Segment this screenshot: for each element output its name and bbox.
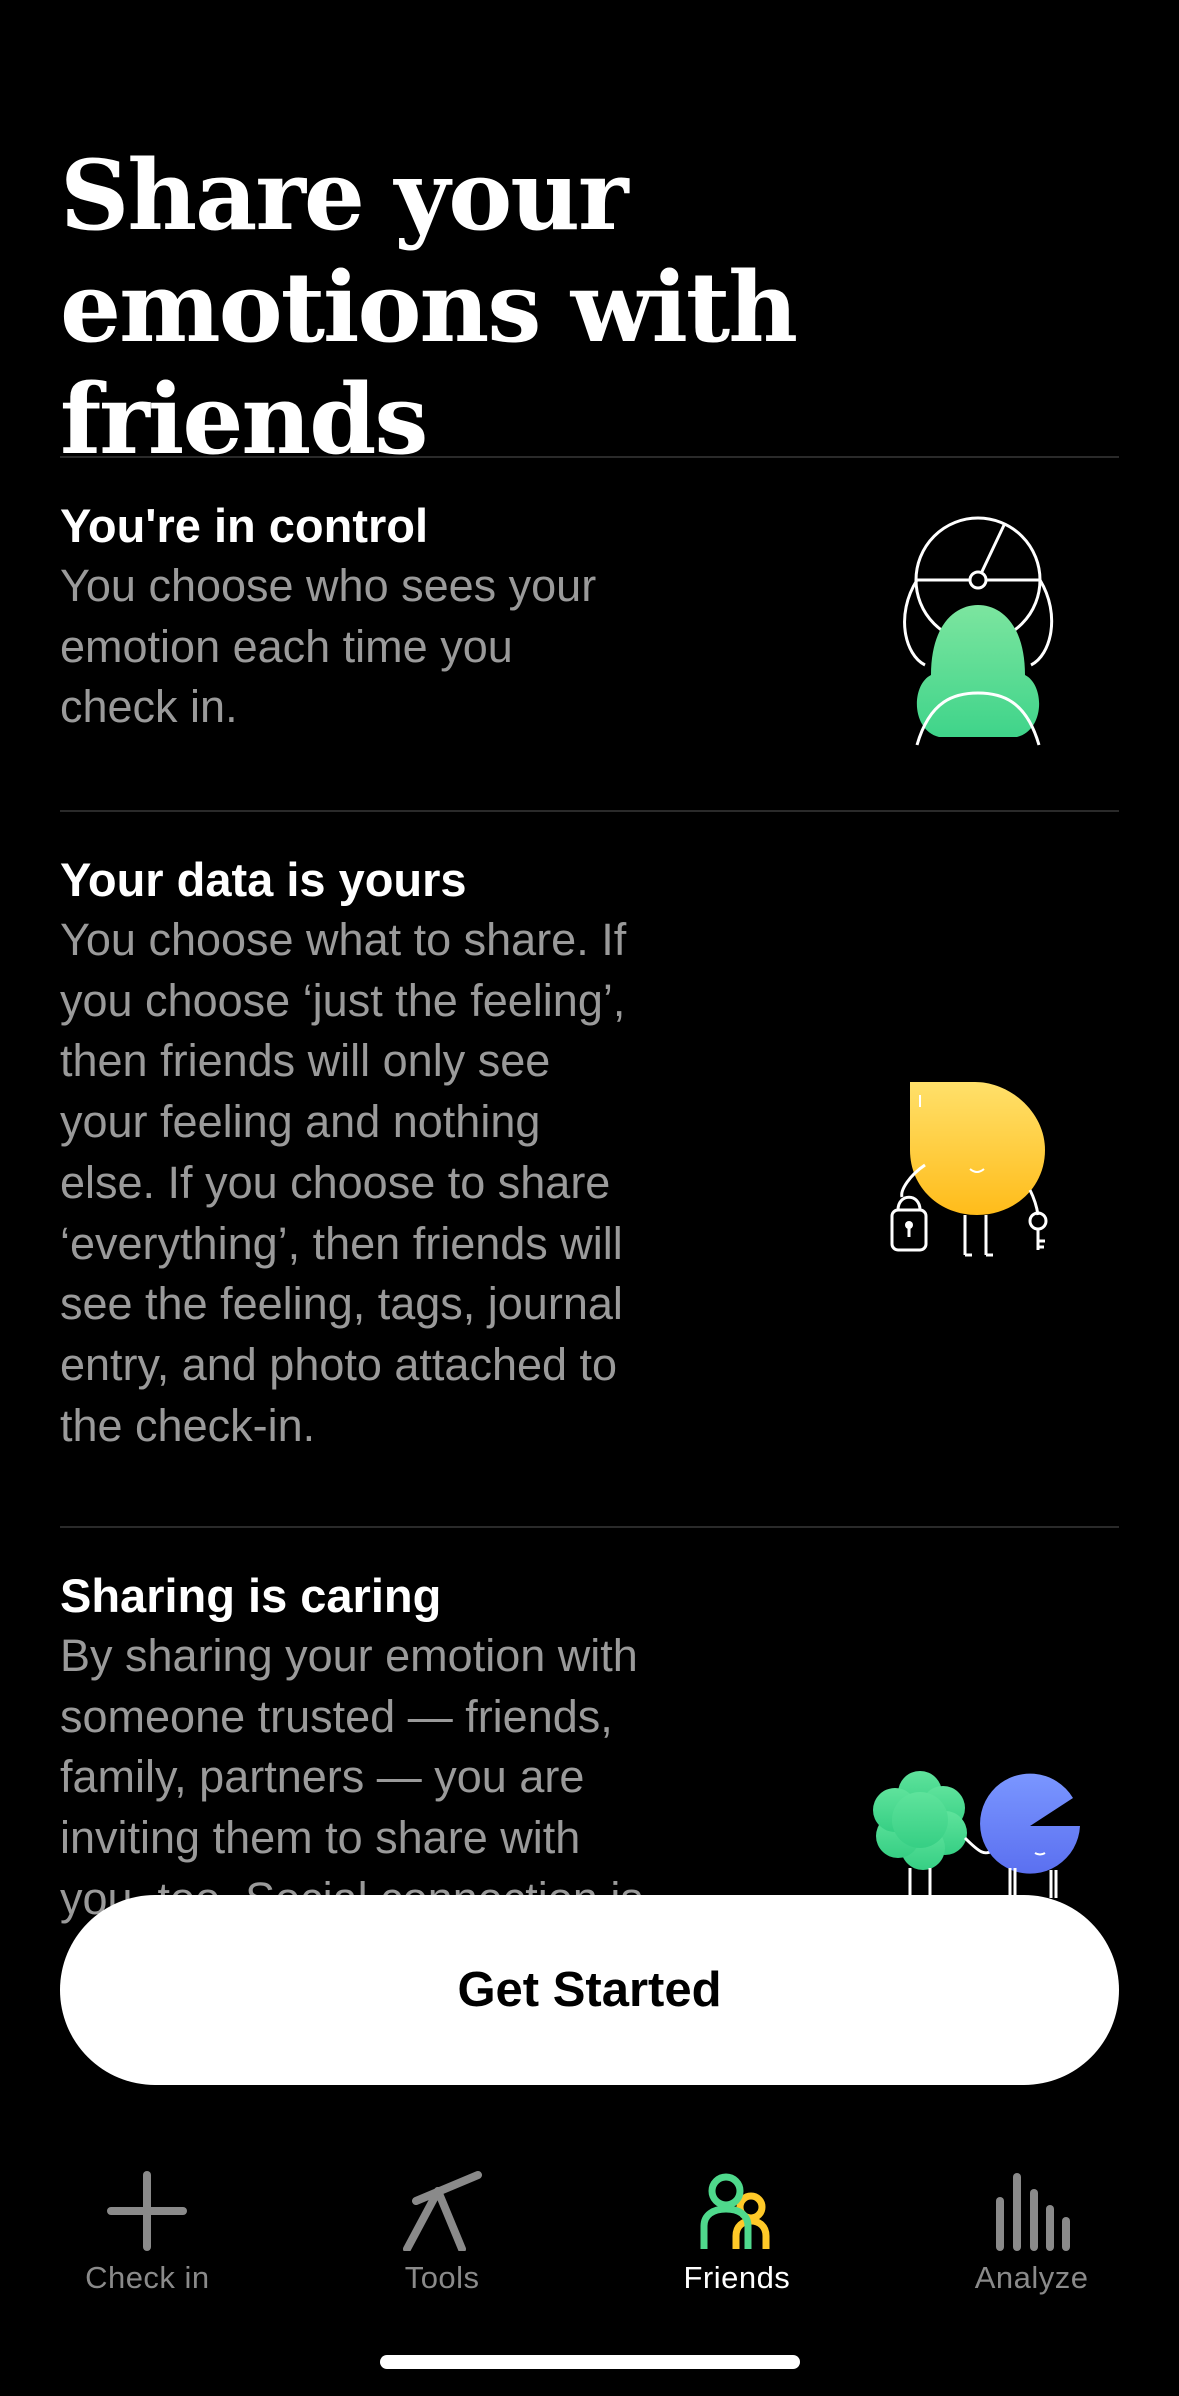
tab-analyze[interactable]: Analyze	[884, 2140, 1179, 2340]
tab-label: Check in	[85, 2260, 210, 2295]
tab-friends[interactable]: Friends	[590, 2140, 885, 2340]
feature-body: By sharing your emotion with someone tru…	[60, 1630, 643, 1924]
home-indicator[interactable]	[380, 2355, 800, 2369]
get-started-button[interactable]: Get Started	[60, 1895, 1119, 2085]
feature-body: You choose who sees your emotion each ti…	[60, 560, 597, 733]
tab-check-in[interactable]: Check in	[0, 2140, 295, 2340]
divider	[60, 1526, 1119, 1528]
shield-character-icon	[903, 516, 1054, 746]
divider	[60, 456, 1119, 458]
plus-icon	[102, 2166, 192, 2256]
tab-bar: Check in Tools Friends Analyze	[0, 2140, 1179, 2340]
friends-characters-icon	[873, 1771, 1080, 1898]
tab-label: Friends	[683, 2260, 791, 2295]
lock-key-character-icon	[890, 1082, 1048, 1257]
feature-body: You choose what to share. If you choose …	[60, 914, 627, 1451]
divider	[60, 810, 1119, 812]
feature-title: Sharing is caring	[60, 1569, 442, 1622]
tab-label: Tools	[404, 2260, 480, 2295]
bar-chart-icon	[987, 2166, 1077, 2256]
page-title: Share your emotions with friends	[60, 139, 798, 476]
tab-tools[interactable]: Tools	[295, 2140, 590, 2340]
tools-icon	[397, 2166, 487, 2256]
friends-icon	[692, 2166, 782, 2256]
tab-label: Analyze	[974, 2260, 1089, 2295]
feature-title: Your data is yours	[60, 853, 467, 906]
